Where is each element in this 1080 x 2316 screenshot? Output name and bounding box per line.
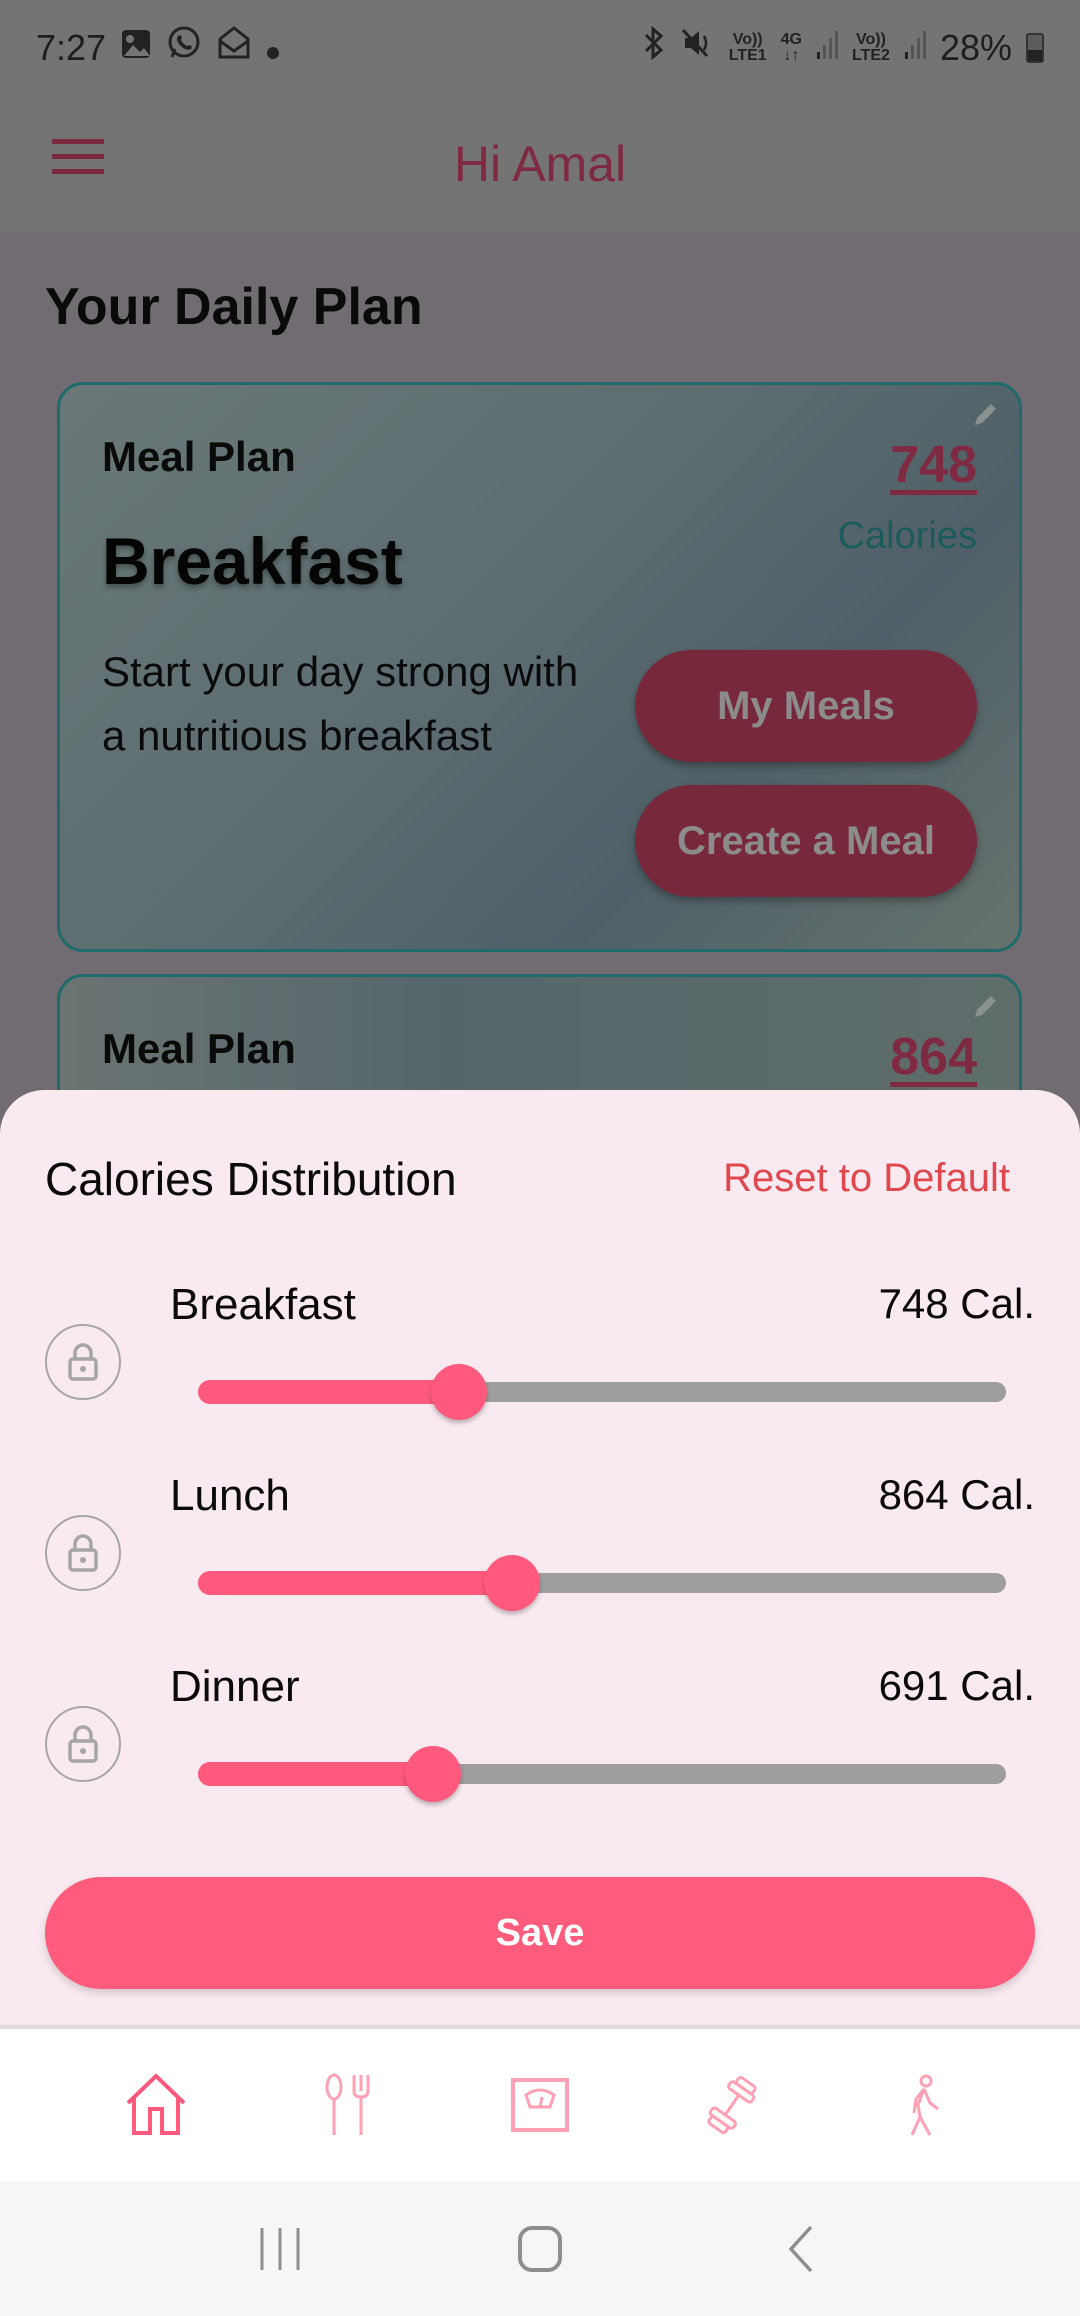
4g-icon: 4G ↓↑	[780, 30, 802, 64]
net-bottom: ↓↑	[783, 46, 800, 64]
slider-fill	[198, 1571, 513, 1595]
slider-fill	[198, 1762, 434, 1786]
card-meal-name: Breakfast	[102, 524, 403, 598]
home-button-icon	[518, 2225, 562, 2272]
slider-thumb[interactable]	[430, 1364, 487, 1420]
row-label: Breakfast	[170, 1280, 356, 1329]
menu-line	[52, 139, 104, 144]
nav-weight[interactable]	[500, 2065, 580, 2145]
volte-lte1-icon: Vo)) LTE1	[728, 30, 767, 64]
nav-home[interactable]	[116, 2065, 196, 2145]
save-button[interactable]: Save	[45, 1877, 1035, 1989]
status-time: 7:27	[36, 26, 107, 68]
slider-thumb[interactable]	[405, 1746, 462, 1802]
bottom-nav	[0, 2025, 1080, 2181]
system-nav	[0, 2181, 1080, 2316]
my-meals-button[interactable]: My Meals	[635, 650, 977, 762]
slider-row-lunch: Lunch 864 Cal.	[0, 1471, 1080, 1621]
reset-to-default-button[interactable]: Reset to Default	[723, 1156, 1010, 1201]
meal-card-breakfast[interactable]: Meal Plan Breakfast Start your day stron…	[57, 382, 1022, 952]
recents-button[interactable]	[240, 2209, 320, 2289]
whatsapp-icon	[166, 25, 202, 70]
lock-toggle[interactable]	[45, 1706, 121, 1782]
card-description: Start your day strong with a nutritious …	[102, 648, 579, 759]
calories-distribution-sheet: Calories Distribution Reset to Default B…	[0, 1090, 1080, 2025]
workout-icon	[707, 2076, 757, 2134]
meals-icon	[325, 2073, 370, 2135]
bluetooth-icon	[641, 25, 667, 69]
nav-workout[interactable]	[692, 2065, 772, 2145]
signal-2-icon	[904, 27, 926, 69]
app-header: Hi Amal	[0, 95, 1080, 232]
lock-icon	[68, 1343, 98, 1381]
sheet-title: Calories Distribution	[45, 1153, 457, 1205]
status-left: 7:27	[36, 25, 280, 70]
row-label: Lunch	[170, 1471, 290, 1520]
slider-fill	[198, 1380, 459, 1404]
lock-toggle[interactable]	[45, 1515, 121, 1591]
dinner-slider[interactable]	[198, 1746, 1006, 1802]
recents-icon	[260, 2227, 300, 2270]
slider-row-dinner: Dinner 691 Cal.	[0, 1662, 1080, 1812]
app-title: Hi Amal	[453, 135, 627, 192]
home-system-button[interactable]	[500, 2209, 580, 2289]
menu-line	[52, 154, 104, 159]
notification-dot-icon	[266, 27, 280, 69]
activity-icon	[910, 2074, 939, 2136]
card-label: Meal Plan	[102, 1025, 296, 1072]
net-top: 4G	[780, 30, 802, 48]
hamburger-menu-icon[interactable]	[52, 139, 104, 175]
status-right: Vo)) LTE1 4G ↓↑ Vo)) LTE2 28%	[641, 25, 1044, 69]
battery-percent: 28%	[939, 26, 1012, 68]
pencil-edit-icon[interactable]	[971, 399, 1001, 429]
row-value: 748 Cal.	[878, 1280, 1035, 1327]
email-icon	[216, 25, 252, 70]
menu-line	[52, 169, 104, 174]
back-button[interactable]	[760, 2209, 840, 2289]
lte1-top: Vo))	[732, 30, 763, 48]
status-bar: 7:27 Vo)) LTE1 4G ↓↑ Vo)) LTE2 28%	[0, 0, 1080, 95]
lock-toggle[interactable]	[45, 1324, 121, 1400]
back-icon	[788, 2225, 813, 2272]
pencil-edit-icon[interactable]	[971, 991, 1001, 1021]
lte1-bottom: LTE1	[728, 46, 767, 64]
lte2-top: Vo))	[856, 30, 886, 48]
lunch-slider[interactable]	[198, 1555, 1006, 1611]
lock-icon	[68, 1534, 98, 1572]
nav-meals[interactable]	[308, 2065, 388, 2145]
card-label: Meal Plan	[102, 433, 296, 480]
breakfast-slider[interactable]	[198, 1364, 1006, 1420]
row-value: 691 Cal.	[878, 1662, 1035, 1709]
main-content: Your Daily Plan Meal Plan Breakfast Star…	[0, 232, 1080, 1194]
section-title: Your Daily Plan	[45, 278, 423, 336]
nav-activity[interactable]	[884, 2065, 964, 2145]
scale-icon	[511, 2078, 569, 2132]
card-calories[interactable]: 864	[890, 1027, 977, 1087]
mute-icon	[681, 26, 715, 69]
battery-icon	[1026, 32, 1044, 63]
gallery-icon	[120, 27, 152, 69]
card-calories[interactable]: 748	[890, 435, 977, 495]
lte2-bottom: LTE2	[852, 46, 890, 64]
card-calories-label: Calories	[837, 515, 977, 557]
create-meal-button[interactable]: Create a Meal	[635, 785, 977, 897]
row-value: 864 Cal.	[878, 1471, 1035, 1518]
lock-icon	[68, 1725, 98, 1763]
volte-lte2-icon: Vo)) LTE2	[852, 30, 890, 64]
home-icon	[126, 2073, 186, 2135]
slider-thumb[interactable]	[484, 1555, 541, 1611]
row-label: Dinner	[170, 1662, 300, 1711]
signal-1-icon	[816, 27, 838, 69]
slider-row-breakfast: Breakfast 748 Cal.	[0, 1280, 1080, 1430]
